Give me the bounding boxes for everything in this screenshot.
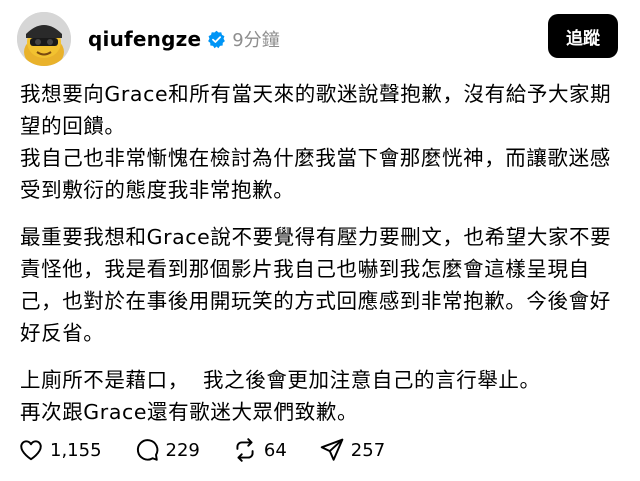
post-paragraph: 我自己也非常慚愧在檢討為什麼我當下會那麼恍神，而讓歌迷感受到敷衍的態度我非常抱歉…: [20, 146, 611, 202]
share-count: 257: [350, 439, 386, 461]
share-button[interactable]: 257: [319, 437, 385, 463]
post-paragraph: 最重要我想和Grace說不要覺得有壓力要刪文，也希望大家不要責怪他，我是看到那個…: [20, 225, 612, 345]
post-body: 我想要向Grace和所有當天來的歌迷說聲抱歉，沒有給予大家期望的回饋。 我自己也…: [20, 78, 626, 428]
repost-button[interactable]: 64: [232, 437, 287, 463]
repost-icon: [236, 438, 254, 462]
share-icon: [320, 438, 344, 461]
post-paragraph: 上廁所不是藉口， 我之後會更加注意自己的言行舉止。: [20, 368, 541, 392]
avatar[interactable]: [17, 12, 71, 66]
comment-button[interactable]: 229: [134, 437, 200, 463]
heart-icon: [20, 440, 42, 461]
repost-count: 64: [263, 439, 287, 461]
post-actions: 1,155 229 64 257: [18, 437, 417, 463]
post-paragraph: 我想要向Grace和所有當天來的歌迷說聲抱歉，沒有給予大家期望的回饋。: [20, 82, 612, 138]
verified-badge-icon: [208, 30, 226, 48]
follow-button[interactable]: 追蹤: [548, 14, 618, 58]
username[interactable]: qiufengze: [88, 27, 201, 51]
comment-icon: [136, 439, 158, 461]
post-timestamp: 9分鐘: [232, 30, 280, 51]
post-paragraph: 再次跟Grace還有歌迷大眾們致歉。: [20, 400, 359, 424]
like-count: 1,155: [50, 439, 102, 461]
like-button[interactable]: 1,155: [18, 437, 102, 463]
post-header: qiufengze 9分鐘: [88, 24, 280, 54]
comment-count: 229: [165, 439, 200, 461]
